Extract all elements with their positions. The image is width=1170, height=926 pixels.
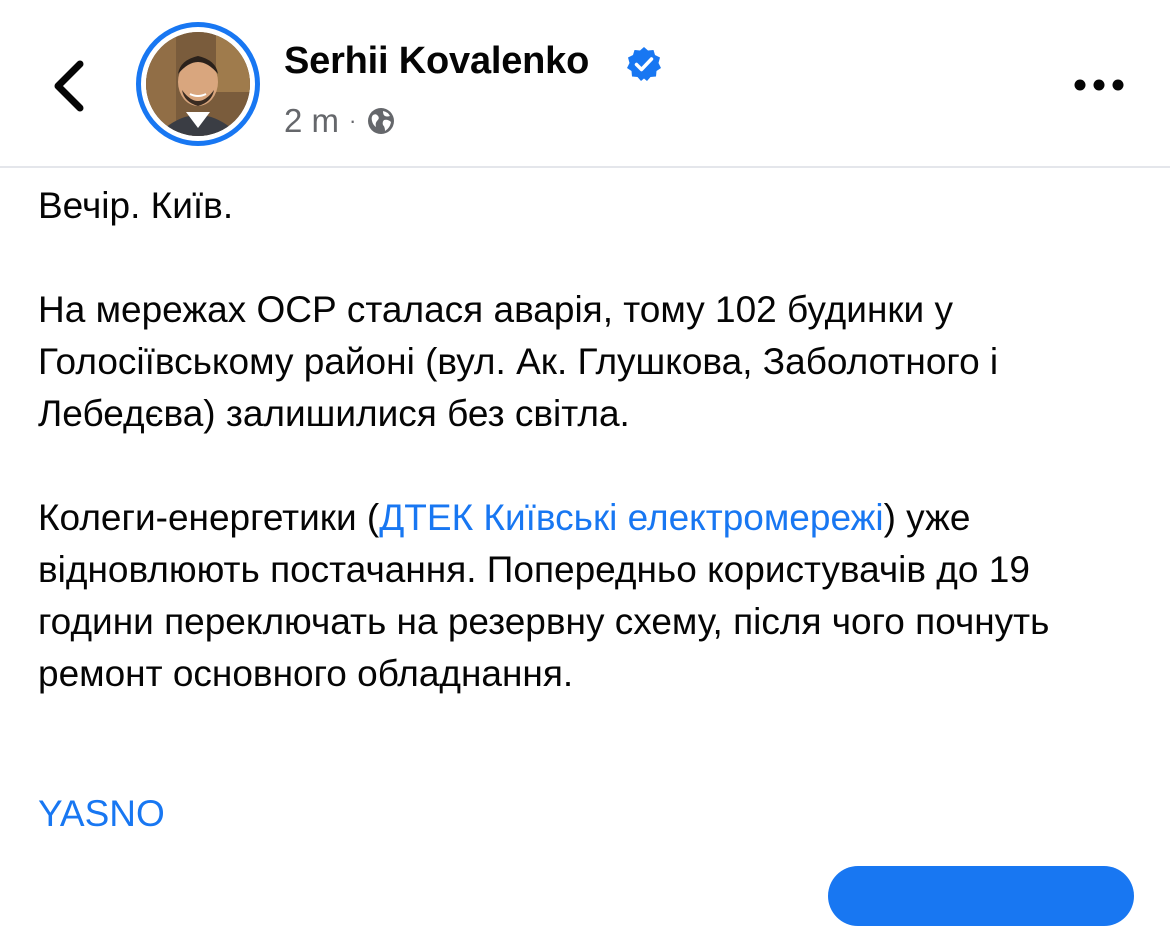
bottom-action-button[interactable] [828, 866, 1134, 926]
more-horizontal-icon [1074, 79, 1124, 91]
author-name[interactable]: Serhii Kovalenko [284, 40, 589, 83]
back-button[interactable] [38, 50, 102, 122]
verified-badge-icon [627, 47, 661, 81]
more-options-button[interactable] [1066, 60, 1132, 110]
post-paragraph-2: На мережах ОСР сталася аварія, тому 102 … [38, 289, 999, 434]
globe-icon[interactable] [366, 106, 396, 136]
chevron-left-icon [54, 60, 84, 112]
post-timestamp[interactable]: 2 m [284, 102, 339, 140]
author-avatar[interactable] [136, 22, 260, 146]
dtek-link[interactable]: ДТЕК Київські електромережі [379, 497, 883, 538]
post-text: Вечір. Київ. На мережах ОСР сталася авар… [38, 180, 1138, 700]
yasno-link[interactable]: YASNO [38, 788, 165, 840]
post-meta: 2 m · [284, 102, 396, 140]
post-paragraph-3: Колеги-енергетики (ДТЕК Київські електро… [38, 492, 1138, 700]
meta-separator: · [349, 108, 357, 133]
avatar-image [146, 32, 250, 136]
post-header: Serhii Kovalenko 2 m · [0, 0, 1170, 168]
post-line-1: Вечір. Київ. [38, 185, 234, 226]
paragraph-3-text-before: Колеги-енергетики ( [38, 497, 380, 538]
